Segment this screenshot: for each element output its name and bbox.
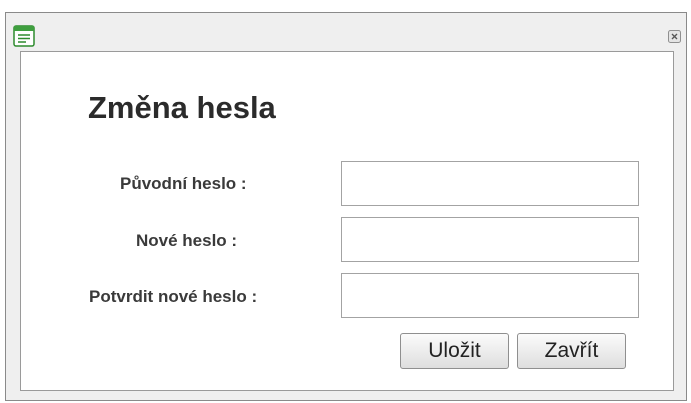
dialog-content: Změna hesla Původní heslo : Nové heslo :…	[20, 51, 674, 391]
change-password-dialog: Změna hesla Původní heslo : Nové heslo :…	[5, 12, 687, 401]
save-button[interactable]: Uložit	[400, 333, 509, 369]
new-password-input[interactable]	[341, 217, 639, 262]
form-document-icon	[13, 25, 35, 47]
old-password-input[interactable]	[341, 161, 639, 206]
dialog-title: Změna hesla	[88, 90, 276, 125]
dialog-titlebar	[6, 13, 686, 51]
close-button[interactable]: Zavřít	[517, 333, 626, 369]
confirm-password-input[interactable]	[341, 273, 639, 318]
confirm-password-label: Potvrdit nové heslo :	[89, 287, 258, 306]
new-password-label: Nové heslo :	[136, 231, 238, 250]
close-icon[interactable]	[668, 30, 681, 43]
old-password-label: Původní heslo :	[120, 174, 247, 193]
